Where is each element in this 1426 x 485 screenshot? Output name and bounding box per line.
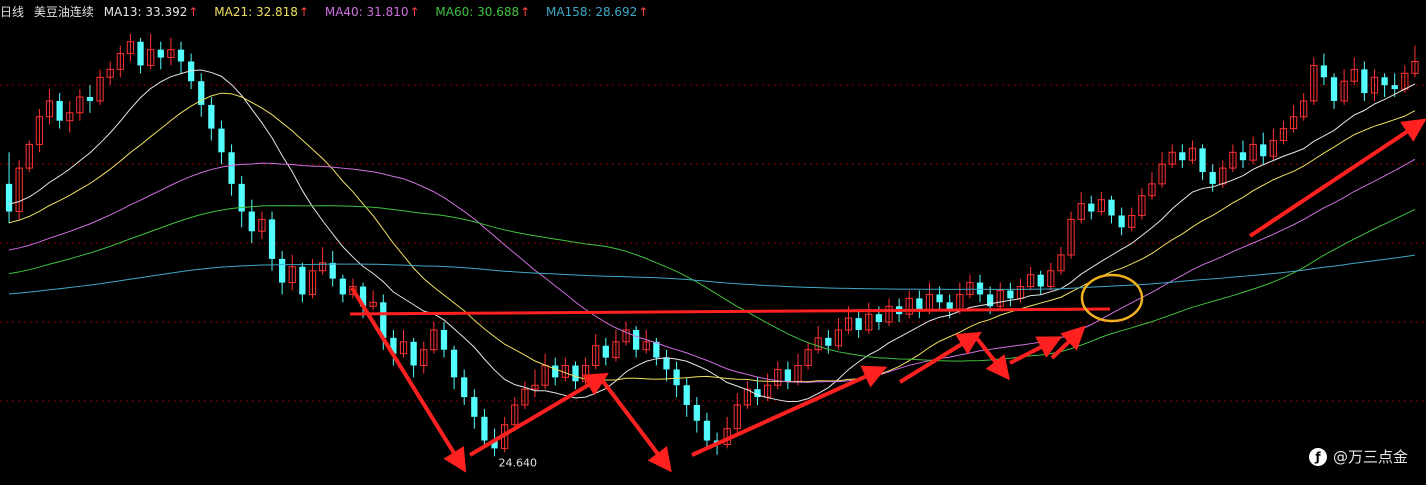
candle-down xyxy=(248,211,255,232)
candle-down xyxy=(410,341,417,366)
candle-down xyxy=(1007,290,1014,299)
min-price-label: 24.640 xyxy=(499,457,538,470)
candle-down xyxy=(1088,203,1095,212)
candles xyxy=(5,33,1419,457)
candle-down xyxy=(683,385,690,405)
candle-down xyxy=(1391,85,1398,90)
candle-down xyxy=(976,282,984,295)
watermark-text: @万三点金 xyxy=(1332,448,1408,466)
candle-down xyxy=(1320,65,1328,78)
candle-down xyxy=(1118,215,1125,228)
ma40-value: MA40: 31.810↑ xyxy=(324,5,420,19)
candle-down xyxy=(552,365,559,378)
candle-down xyxy=(440,329,448,350)
candle-down xyxy=(218,128,225,153)
candle-down xyxy=(1330,77,1338,101)
trend-arrow xyxy=(1050,325,1086,360)
annotations xyxy=(349,118,1426,473)
trend-arrow xyxy=(691,365,888,457)
breakout-circle xyxy=(1080,273,1144,323)
gridlines xyxy=(0,84,1426,402)
indicator-legend: 日线 美豆油连续 MA13: 33.392↑ MA21: 32.818↑ MA4… xyxy=(0,3,660,19)
candle-down xyxy=(1108,199,1115,216)
ma13-value: MA13: 33.392↑ xyxy=(103,5,199,19)
candle-down xyxy=(1199,148,1206,173)
candle-down xyxy=(875,314,883,323)
candle-down xyxy=(157,49,164,58)
ma60-value: MA60: 30.688↑ xyxy=(435,5,531,19)
candle-down xyxy=(855,318,862,330)
trend-arrow xyxy=(600,378,672,473)
candle-down xyxy=(177,49,185,62)
candle-down xyxy=(602,345,609,358)
candle-down xyxy=(703,420,711,441)
candle-down xyxy=(471,397,478,417)
candle-down xyxy=(208,104,215,129)
moving-average-lines xyxy=(8,69,1416,403)
candle-down xyxy=(633,329,640,350)
candle-down xyxy=(299,266,306,295)
ma21-value: MA21: 32.818↑ xyxy=(214,5,310,19)
candlestick-chart: 24.640 xyxy=(0,33,1426,473)
candle-down xyxy=(461,377,468,398)
ma158-line xyxy=(9,254,1416,295)
candle-down xyxy=(663,357,670,370)
toutiao-logo-icon: ƒ xyxy=(1308,447,1327,466)
ma40-line xyxy=(8,158,1416,383)
candle-down xyxy=(268,219,276,259)
period-label: 日线 xyxy=(0,5,25,19)
candle-down xyxy=(784,369,791,382)
candle-down xyxy=(1209,172,1216,184)
candle-down xyxy=(1037,274,1044,287)
candle-down xyxy=(825,337,832,346)
resistance-line xyxy=(349,307,1111,316)
ma158-value: MA158: 28.692↑ xyxy=(546,5,649,19)
candle-down xyxy=(56,100,63,121)
candle-down xyxy=(673,369,680,386)
candle-down xyxy=(1239,152,1247,161)
watermark: ƒ @万三点金 xyxy=(1308,446,1408,467)
instrument-name: 美豆油连续 xyxy=(33,5,94,19)
candle-down xyxy=(329,262,336,279)
ma60-line xyxy=(8,205,1416,362)
candle-down xyxy=(1381,77,1388,86)
ma13-line xyxy=(8,69,1416,403)
candle-down xyxy=(1179,152,1186,161)
candle-down xyxy=(339,278,346,295)
candle-down xyxy=(572,365,579,382)
candle-down xyxy=(5,183,13,212)
candle-down xyxy=(936,294,943,303)
candle-down xyxy=(693,404,700,421)
candle-down xyxy=(1260,144,1267,157)
candle-down xyxy=(228,152,235,184)
candle-down xyxy=(481,416,488,441)
trend-arrow xyxy=(973,334,1010,381)
candle-down xyxy=(916,298,923,311)
candle-down xyxy=(450,349,458,378)
candle-down xyxy=(86,97,94,101)
candle-down xyxy=(279,258,286,283)
candle-down xyxy=(1361,69,1368,94)
candle-down xyxy=(137,41,144,66)
